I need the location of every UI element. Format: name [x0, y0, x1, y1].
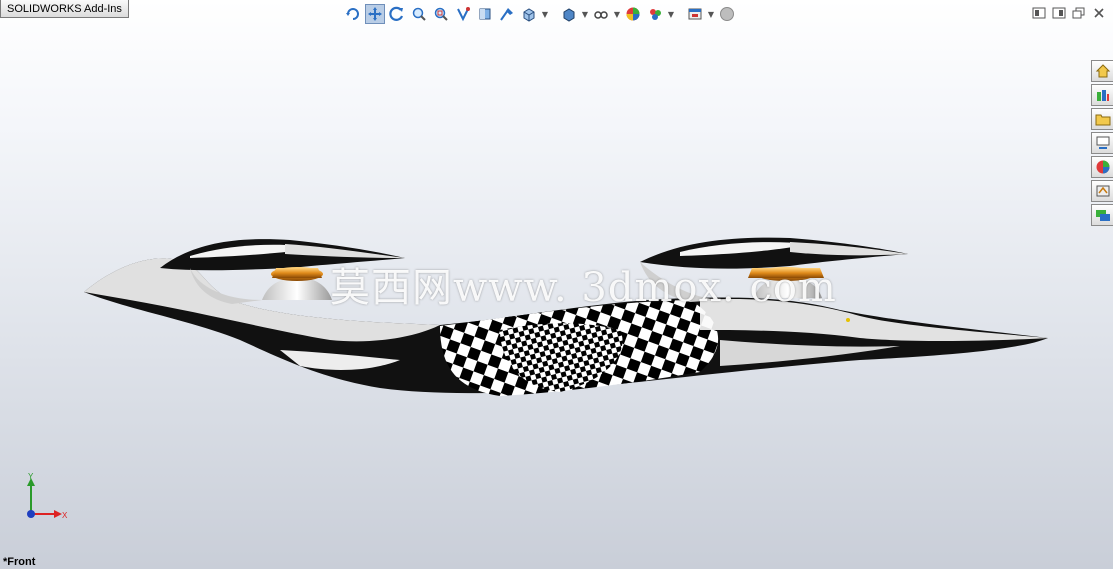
- tile-right-icon[interactable]: [1051, 6, 1067, 20]
- solidworks-forum-icon[interactable]: [1091, 204, 1113, 226]
- rotate-view-icon[interactable]: [343, 4, 363, 24]
- zoom-to-fit-icon[interactable]: [409, 4, 429, 24]
- appearances-icon[interactable]: [1091, 156, 1113, 178]
- hide-show-dropdown-icon[interactable]: ▼: [613, 4, 621, 24]
- design-library-icon[interactable]: [1091, 84, 1113, 106]
- view-orientation-dropdown-icon[interactable]: ▼: [541, 4, 549, 24]
- watermark-text: 莫西网www. 3dmox. com: [330, 265, 837, 311]
- previous-view-icon[interactable]: [453, 4, 473, 24]
- task-pane-tabs: [1091, 60, 1113, 226]
- view-settings-icon[interactable]: [685, 4, 705, 24]
- triad-y-label: Y: [28, 472, 34, 481]
- apply-scene-dropdown-icon[interactable]: ▼: [667, 4, 675, 24]
- view-settings-dropdown-icon[interactable]: ▼: [707, 4, 715, 24]
- graphics-viewport[interactable]: 莫西网www. 3dmox. com: [0, 0, 1113, 569]
- section-view-icon[interactable]: [475, 4, 495, 24]
- dynamic-annotation-icon[interactable]: [497, 4, 517, 24]
- display-status-icon[interactable]: [717, 4, 737, 24]
- close-window-icon[interactable]: [1091, 6, 1107, 20]
- solidworks-resources-icon[interactable]: [1091, 60, 1113, 82]
- edit-appearance-icon[interactable]: [623, 4, 643, 24]
- file-explorer-icon[interactable]: [1091, 108, 1113, 130]
- tile-left-icon[interactable]: [1031, 6, 1047, 20]
- pan-icon[interactable]: [365, 4, 385, 24]
- custom-properties-icon[interactable]: [1091, 180, 1113, 202]
- display-style-icon[interactable]: [559, 4, 579, 24]
- display-style-dropdown-icon[interactable]: ▼: [581, 4, 589, 24]
- heads-up-view-toolbar: ▼ ▼ ▼ ▼ ▼: [343, 3, 737, 25]
- solidworks-add-ins-tab[interactable]: SOLIDWORKS Add-Ins: [0, 0, 129, 18]
- triad-x-label: X: [62, 511, 68, 520]
- reference-triad: Y X: [22, 472, 72, 522]
- window-controls: [1031, 6, 1107, 20]
- restore-window-icon[interactable]: [1071, 6, 1087, 20]
- apply-scene-icon[interactable]: [645, 4, 665, 24]
- hide-show-items-icon[interactable]: [591, 4, 611, 24]
- zoom-to-area-icon[interactable]: [431, 4, 451, 24]
- view-orientation-label: *Front: [3, 556, 36, 568]
- view-orientation-icon[interactable]: [519, 4, 539, 24]
- view-palette-icon[interactable]: [1091, 132, 1113, 154]
- rotate-icon[interactable]: [387, 4, 407, 24]
